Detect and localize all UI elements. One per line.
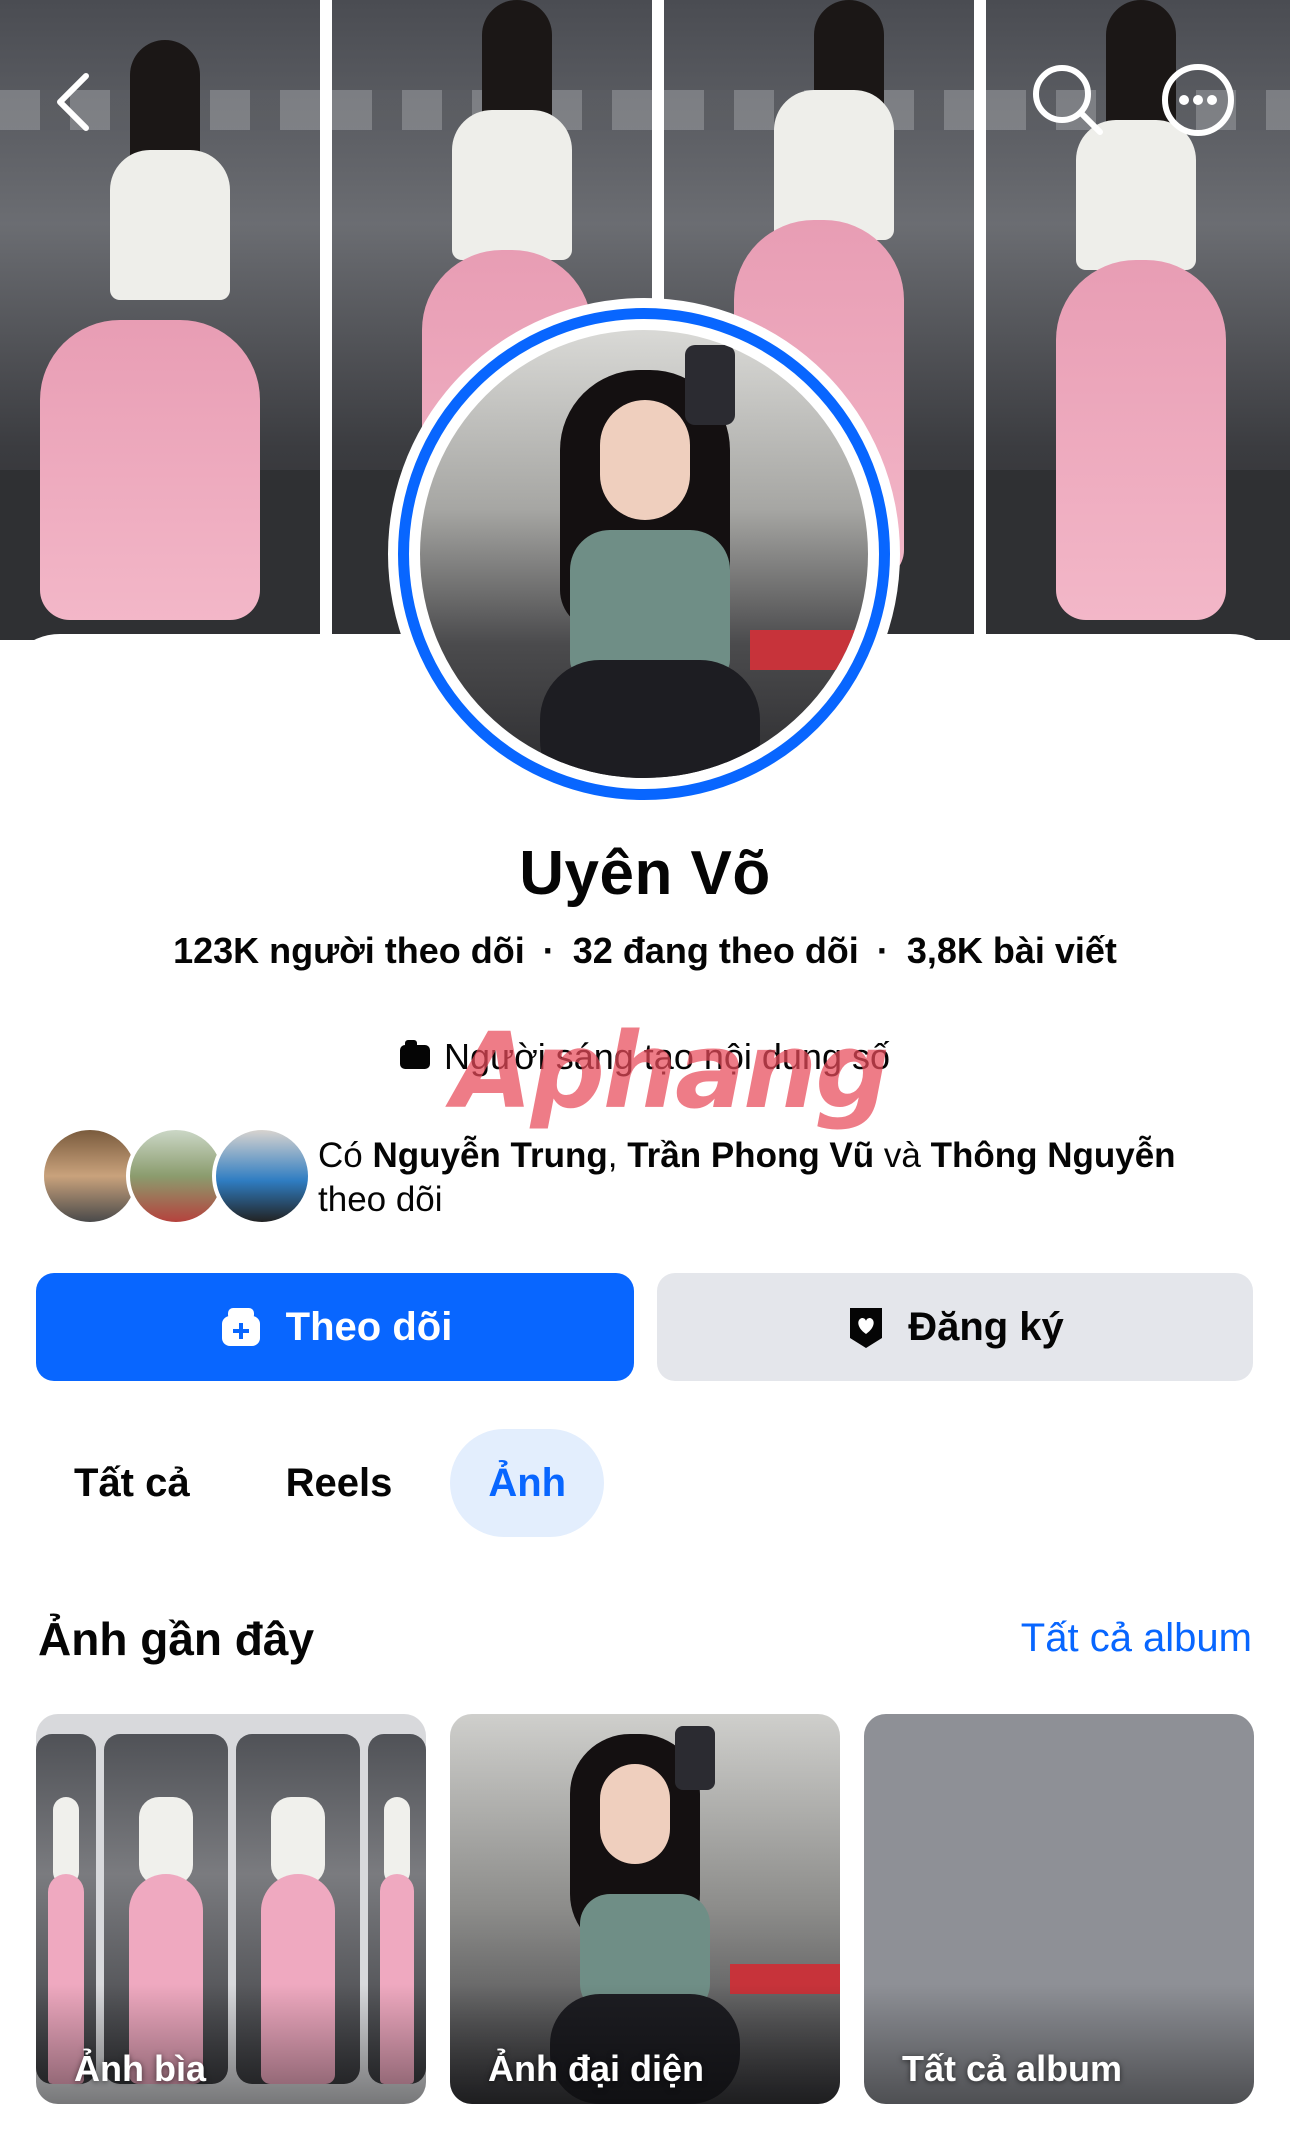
follow-button[interactable]: Theo dõi <box>36 1273 634 1381</box>
album-label: Ảnh bìa <box>74 2048 206 2089</box>
tab-reels[interactable]: Reels <box>248 1429 431 1537</box>
all-albums-link[interactable]: Tất cả album <box>1021 1616 1252 1661</box>
heart-badge-icon <box>850 1308 883 1348</box>
album-tile-cover[interactable]: Ảnh bìa <box>36 1714 426 2104</box>
friend-name[interactable]: Nguyễn Trung <box>372 1136 607 1175</box>
avatar[interactable] <box>420 330 868 778</box>
mutual-followers[interactable]: Có Nguyễn Trung, Trần Phong Vũ và Thông … <box>40 1126 1270 1226</box>
followers-count[interactable]: 123K người theo dõi <box>173 930 525 971</box>
album-label: Tất cả album <box>902 2048 1123 2089</box>
album-label: Ảnh đại diện <box>488 2048 704 2089</box>
friend-name[interactable]: Thông Nguyễn <box>931 1136 1176 1175</box>
friend-name[interactable]: Trần Phong Vũ <box>627 1136 874 1175</box>
follow-label: Theo dõi <box>285 1304 453 1349</box>
posts-count[interactable]: 3,8K bài viết <box>907 930 1117 971</box>
briefcase-icon <box>400 1040 430 1069</box>
profile-tabs: Tất cả Reels Ảnh <box>36 1428 605 1538</box>
album-tile-all[interactable]: Tất cả album <box>864 1714 1254 2104</box>
profile-stats: 123K người theo dõi · 32 đang theo dõi ·… <box>0 930 1290 972</box>
following-count[interactable]: 32 đang theo dõi <box>573 930 859 971</box>
tab-all[interactable]: Tất cả <box>36 1429 228 1537</box>
search-icon[interactable] <box>1030 62 1106 138</box>
watermark: Aphang <box>452 1010 890 1132</box>
add-friend-icon <box>221 1308 260 1346</box>
album-tile-profile[interactable]: Ảnh đại diện <box>450 1714 840 2104</box>
subscribe-label: Đăng ký <box>908 1304 1064 1349</box>
stat-separator: · <box>542 930 555 971</box>
tab-photos[interactable]: Ảnh <box>450 1429 605 1537</box>
mutual-followers-text: Có Nguyễn Trung, Trần Phong Vũ và Thông … <box>318 1136 1176 1219</box>
avatar <box>126 1126 226 1226</box>
section-title: Ảnh gần đây <box>38 1613 315 1665</box>
avatar <box>212 1126 312 1226</box>
back-chevron-icon[interactable] <box>36 64 112 140</box>
more-options-icon[interactable] <box>1160 62 1236 138</box>
avatar <box>40 1126 140 1226</box>
stat-separator: · <box>876 930 889 971</box>
watermark-text: Aphang <box>452 1010 890 1132</box>
profile-name: Uyên Võ <box>519 839 771 908</box>
subscribe-button[interactable]: Đăng ký <box>657 1273 1253 1381</box>
